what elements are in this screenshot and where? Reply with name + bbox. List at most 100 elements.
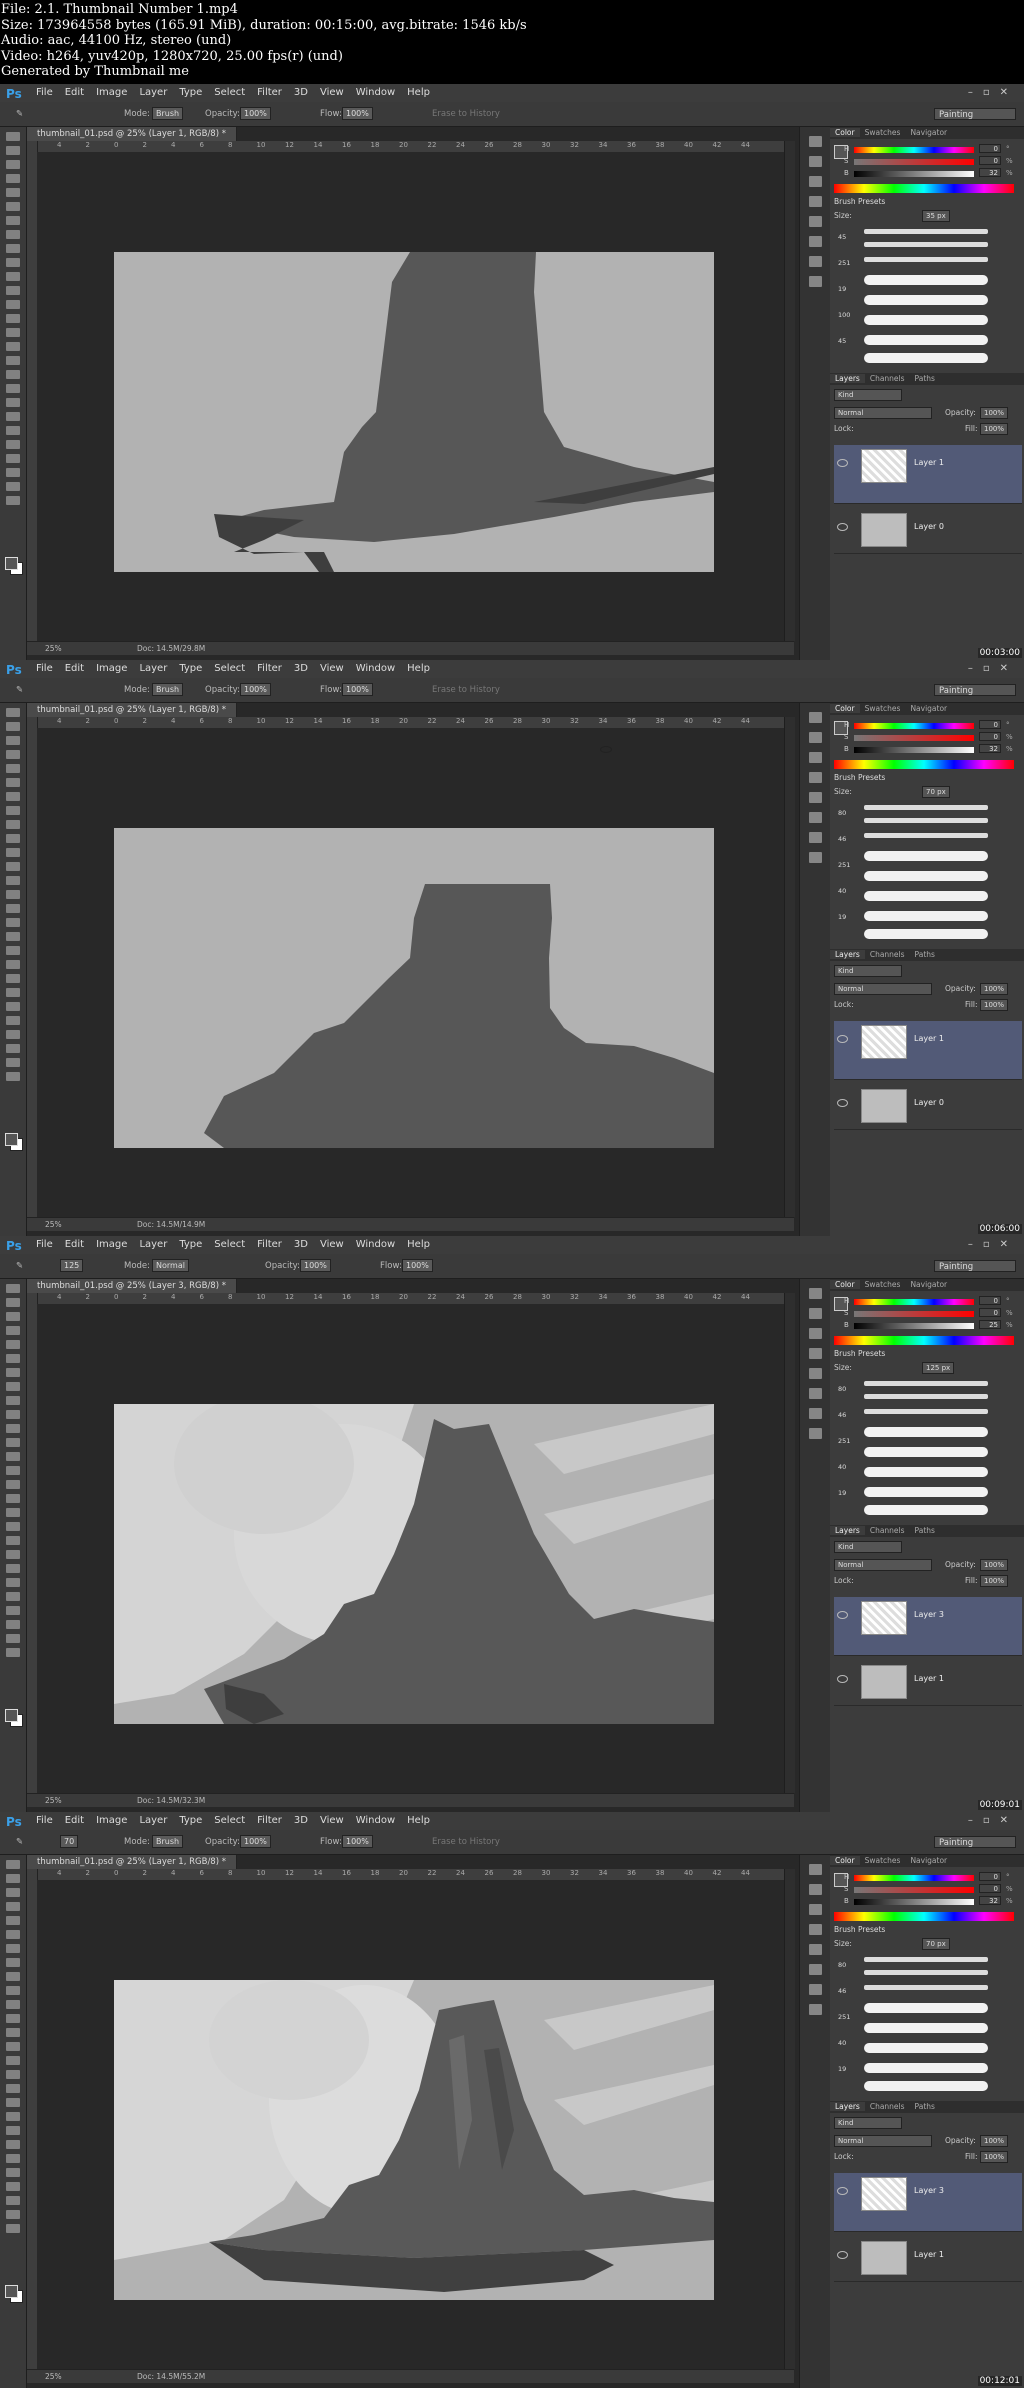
brush-stroke-preview[interactable] [864, 1409, 988, 1414]
brush-stroke-preview[interactable] [864, 295, 988, 305]
menu-item[interactable]: Layer [139, 87, 167, 98]
panel-tab[interactable]: Navigator [905, 1280, 952, 1289]
panel-tab[interactable]: Swatches [860, 1856, 906, 1865]
panel-tab[interactable]: Channels [865, 374, 910, 383]
menu-item[interactable]: File [36, 1815, 53, 1826]
brush-stroke-preview[interactable] [864, 1467, 988, 1477]
tool-icon[interactable] [6, 1002, 20, 1011]
menu-item[interactable]: Help [407, 663, 430, 674]
hsb-value[interactable]: 0 [979, 1872, 1001, 1881]
layer-name[interactable]: Layer 0 [914, 1098, 944, 1107]
layer-opacity-field[interactable]: 100% [980, 407, 1009, 419]
tool-icon[interactable] [6, 1072, 20, 1081]
layer-row[interactable]: Layer 3 [834, 2173, 1022, 2232]
brush-preset-list[interactable]: 80 46 251 40 19 [834, 801, 1010, 946]
layer-name[interactable]: Layer 3 [914, 2186, 944, 2195]
menu-item[interactable]: Layer [139, 663, 167, 674]
tool-icon[interactable] [6, 412, 20, 421]
panel-icon[interactable] [808, 1884, 822, 1895]
layer-name[interactable]: Layer 3 [914, 1610, 944, 1619]
tool-icon[interactable] [6, 1340, 20, 1349]
tool-icon[interactable] [6, 2140, 20, 2149]
tool-icon[interactable] [6, 1058, 20, 1067]
brush-stroke-preview[interactable] [864, 911, 988, 921]
tool-icon[interactable] [6, 750, 20, 759]
hsb-value[interactable]: 32 [979, 1896, 1001, 1905]
menu-item[interactable]: Layer [139, 1239, 167, 1250]
menu-item[interactable]: Select [214, 87, 245, 98]
tool-icon[interactable] [6, 988, 20, 997]
layer-name[interactable]: Layer 1 [914, 1034, 944, 1043]
color-spectrum[interactable] [834, 1336, 1014, 1345]
size-field[interactable]: 35 px [922, 210, 950, 222]
tool-icon[interactable] [6, 1326, 20, 1335]
layer-row[interactable]: Layer 1 [834, 1021, 1022, 1080]
brush-tool-icon[interactable]: ✎ [16, 678, 23, 702]
tool-icon[interactable] [6, 202, 20, 211]
tool-icon[interactable] [6, 918, 20, 927]
hsb-value[interactable]: 32 [979, 744, 1001, 753]
tool-icon[interactable] [6, 1634, 20, 1643]
layer-row[interactable]: Layer 1 [834, 2237, 1022, 2282]
brush-stroke-preview[interactable] [864, 315, 988, 325]
visibility-eye-icon[interactable] [837, 1611, 848, 1619]
panel-icon[interactable] [808, 1308, 822, 1319]
brush-stroke-preview[interactable] [864, 2023, 988, 2033]
brush-stroke-preview[interactable] [864, 335, 988, 345]
panel-tab[interactable]: Layers [830, 950, 865, 959]
menu-item[interactable]: Image [96, 663, 127, 674]
tool-icon[interactable] [6, 1424, 20, 1433]
brush-preset-list[interactable]: 80 46 251 40 19 [834, 1953, 1010, 2098]
blend-mode-select[interactable]: Normal [834, 2135, 932, 2147]
workspace-select[interactable]: Painting [934, 684, 1016, 696]
layer-name[interactable]: Layer 1 [914, 1674, 944, 1683]
tool-icon[interactable] [6, 848, 20, 857]
panel-icon[interactable] [808, 772, 822, 783]
tool-icon[interactable] [6, 1888, 20, 1897]
visibility-eye-icon[interactable] [837, 1675, 848, 1683]
hsb-value[interactable]: 32 [979, 168, 1001, 177]
panel-icon[interactable] [808, 1428, 822, 1439]
layer-name[interactable]: Layer 1 [914, 458, 944, 467]
mode-select[interactable]: Brush [152, 102, 184, 126]
menu-item[interactable]: File [36, 663, 53, 674]
panel-tab[interactable]: Color [830, 1280, 860, 1289]
blend-mode-select[interactable]: Normal [834, 983, 932, 995]
tool-icon[interactable] [6, 1930, 20, 1939]
tool-icon[interactable] [6, 426, 20, 435]
size-field[interactable]: 70 px [922, 786, 950, 798]
tool-icon[interactable] [6, 708, 20, 717]
layer-thumbnail[interactable] [861, 449, 907, 483]
brush-tool-icon[interactable]: ✎ [16, 102, 23, 126]
layer-kind-filter[interactable]: Kind [834, 2117, 902, 2129]
window-controls-icon[interactable]: –▫✕ [968, 84, 1018, 102]
document-tab[interactable]: thumbnail_01.psd @ 25% (Layer 1, RGB/8) … [27, 703, 237, 717]
tool-icon[interactable] [6, 736, 20, 745]
menu-item[interactable]: Window [356, 87, 395, 98]
fill-field[interactable]: 100% [980, 2151, 1009, 2163]
tool-icon[interactable] [6, 2168, 20, 2177]
panel-icon[interactable] [808, 792, 822, 803]
tool-icon[interactable] [6, 258, 20, 267]
panel-icon[interactable] [808, 1288, 822, 1299]
panel-tab[interactable]: Layers [830, 2102, 865, 2111]
tool-icon[interactable] [6, 1466, 20, 1475]
tool-icon[interactable] [6, 1564, 20, 1573]
brush-preset-list[interactable]: 45 251 19 100 45 [834, 225, 1010, 370]
tool-icon[interactable] [6, 806, 20, 815]
tool-icon[interactable] [6, 314, 20, 323]
menu-item[interactable]: Edit [65, 1815, 84, 1826]
hsb-value[interactable]: 0 [979, 156, 1001, 165]
menu-item[interactable]: Image [96, 87, 127, 98]
layer-thumbnail[interactable] [861, 1665, 907, 1699]
layer-kind-filter[interactable]: Kind [834, 389, 902, 401]
tool-icon[interactable] [6, 328, 20, 337]
panel-icon[interactable] [808, 156, 822, 167]
foreground-color-swatch[interactable] [5, 557, 18, 570]
menu-item[interactable]: Type [179, 1239, 202, 1250]
tool-icon[interactable] [6, 890, 20, 899]
panel-icon[interactable] [808, 732, 822, 743]
layer-name[interactable]: Layer 1 [914, 2250, 944, 2259]
painting-canvas[interactable] [114, 828, 714, 1148]
menu-item[interactable]: Filter [257, 1815, 282, 1826]
